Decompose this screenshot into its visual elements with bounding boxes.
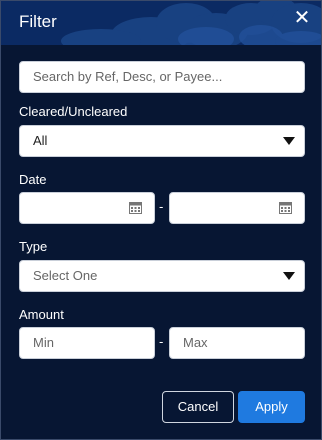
date-separator: - — [159, 199, 164, 214]
amount-separator: - — [159, 334, 164, 349]
type-selected-value: Select One — [33, 268, 98, 283]
cleared-selected-value: All — [33, 133, 48, 148]
dialog-title: Filter — [19, 12, 57, 31]
amount-min-placeholder: Min — [33, 335, 54, 350]
date-from-input[interactable] — [19, 192, 155, 224]
chevron-down-icon — [283, 137, 295, 145]
cleared-label: Cleared/Uncleared — [19, 104, 128, 119]
amount-max-placeholder: Max — [183, 335, 208, 350]
filter-dialog: Filter ✕ Search by Ref, Desc, or Payee..… — [0, 0, 322, 440]
type-select[interactable]: Select One — [19, 260, 305, 292]
dialog-header: Filter ✕ — [1, 1, 321, 45]
apply-button[interactable]: Apply — [238, 391, 305, 423]
amount-min-input[interactable]: Min — [19, 327, 155, 359]
date-label: Date — [19, 172, 47, 187]
search-placeholder: Search by Ref, Desc, or Payee... — [33, 69, 223, 84]
amount-max-input[interactable]: Max — [169, 327, 305, 359]
amount-label: Amount — [19, 307, 64, 322]
date-to-input[interactable] — [169, 192, 305, 224]
type-label: Type — [19, 239, 48, 254]
cleared-select[interactable]: All — [19, 125, 305, 157]
cancel-button[interactable]: Cancel — [162, 391, 234, 423]
chevron-down-icon — [283, 272, 295, 280]
calendar-icon[interactable] — [129, 201, 142, 214]
close-icon[interactable]: ✕ — [291, 7, 313, 29]
calendar-icon[interactable] — [279, 201, 292, 214]
search-input[interactable]: Search by Ref, Desc, or Payee... — [19, 61, 305, 93]
